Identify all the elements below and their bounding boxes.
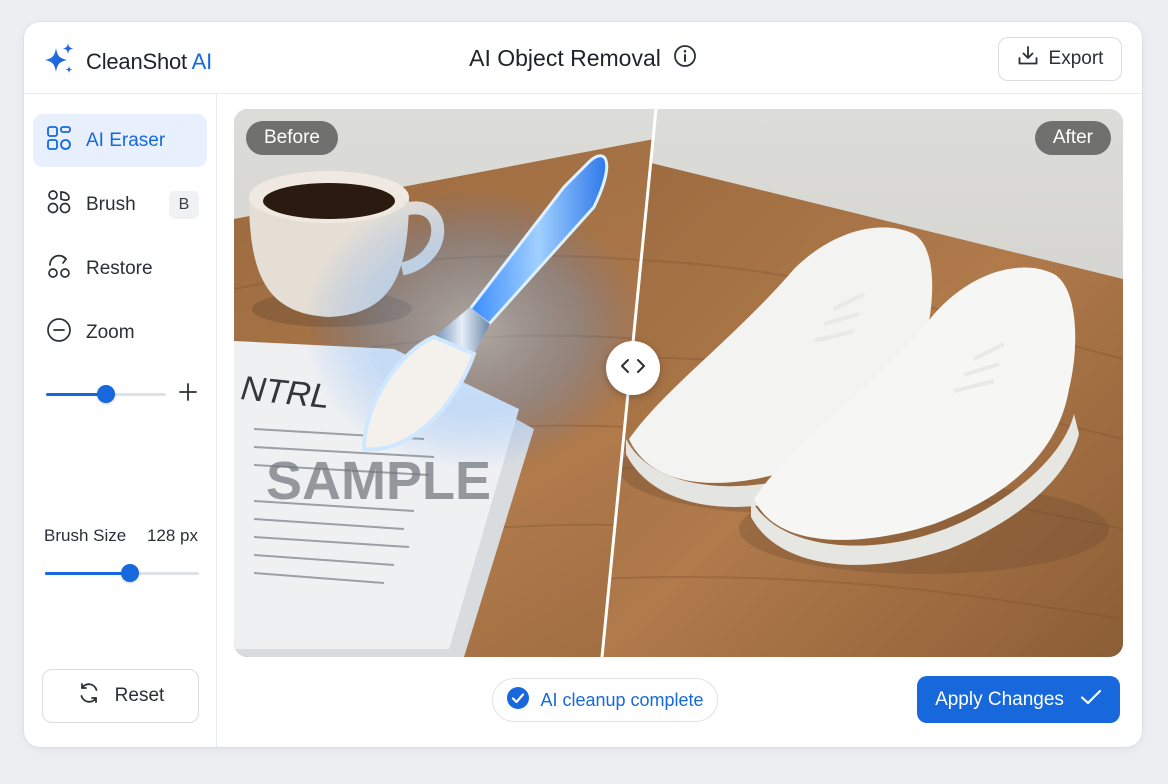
shortcut-badge: B [169,191,199,219]
brush-size-value: 128 px [146,526,198,545]
download-icon [1017,45,1039,73]
tool-label: Zoom [86,321,135,343]
zoom-slider[interactable] [46,384,166,404]
comparison-image: NTRL SAMPLE [234,109,1123,657]
brush-size-label: Brush Size [44,526,127,545]
slider-thumb[interactable] [97,385,115,403]
image-canvas[interactable]: NTRL SAMPLE Before After [234,109,1123,657]
refresh-icon [77,681,101,711]
checkmark-icon [1080,688,1102,712]
export-button[interactable]: Export [998,37,1122,81]
tool-label: AI Eraser [86,129,166,151]
app-window: CleanShot AI AI Object Removal Export AI… [24,22,1142,747]
brush-size-slider[interactable] [45,563,199,583]
sidebar: AI Eraser Brush B Restore Zoom Brush Siz… [24,94,217,747]
tool-label: Brush [86,193,136,215]
restore-icon [46,253,72,285]
status-badge: AI cleanup complete [492,678,718,722]
slider-fill [45,572,130,575]
tool-restore[interactable]: Restore [33,242,207,295]
export-label: Export [1048,48,1104,69]
title-inner: AI Object Removal [469,44,697,73]
eraser-grid-icon [46,125,72,157]
reset-label: Reset [114,685,165,706]
zoom-out-icon [46,317,72,349]
page-title: AI Object Removal [469,45,661,71]
after-label: After [1034,121,1111,155]
header: CleanShot AI AI Object Removal Export [24,22,1142,94]
before-label: Before [246,121,338,155]
reset-button[interactable]: Reset [42,669,199,723]
plus-icon [178,382,198,407]
tool-label: Restore [86,257,153,279]
apply-changes-button[interactable]: Apply Changes [917,676,1120,723]
check-circle-icon [506,686,530,715]
tool-ai-eraser[interactable]: AI Eraser [33,114,207,167]
tool-brush[interactable]: Brush B [33,178,207,231]
chevrons-left-right-icon [619,356,647,381]
apply-label: Apply Changes [935,688,1064,710]
status-text: AI cleanup complete [540,689,704,710]
slider-thumb[interactable] [120,564,139,582]
title-wrap: AI Object Removal [24,44,1142,73]
zoom-in-button[interactable] [176,382,200,406]
brush-icon [46,189,72,221]
comparison-slider-handle[interactable] [606,341,660,395]
info-icon[interactable] [673,44,697,73]
tool-zoom[interactable]: Zoom [33,306,207,359]
